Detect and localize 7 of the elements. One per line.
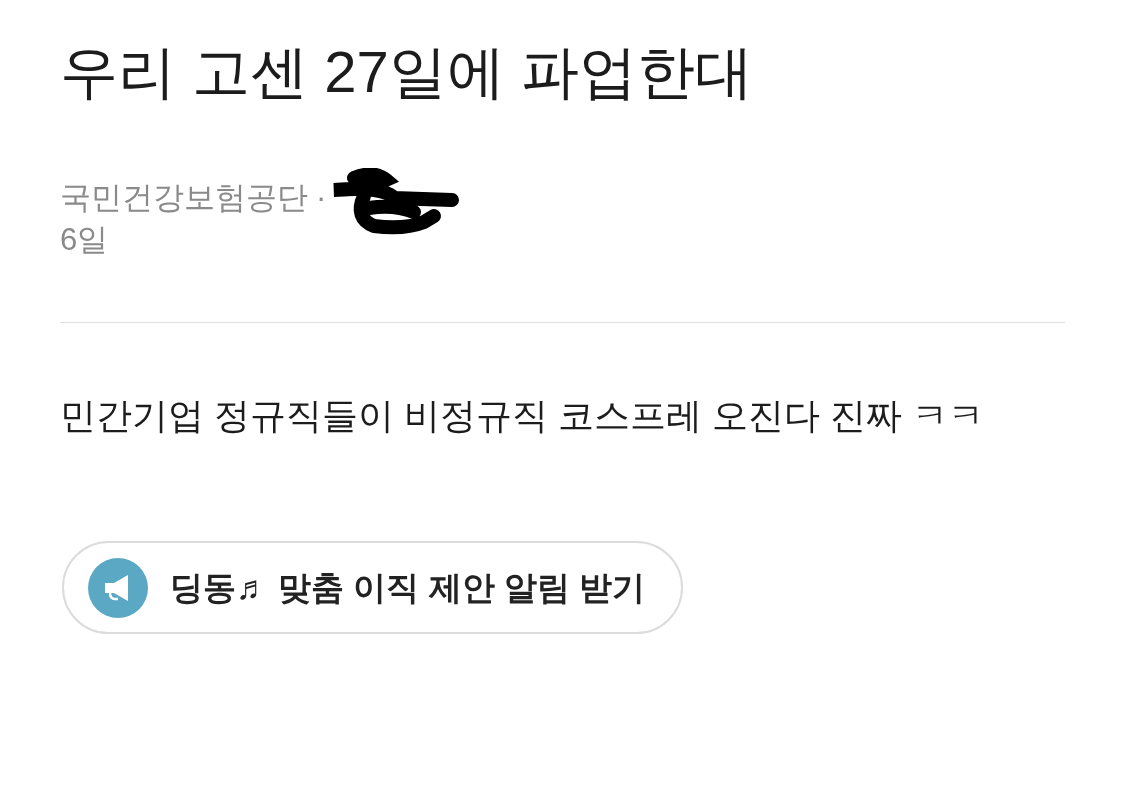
company-name: 국민건강보험공단 <box>60 178 308 217</box>
post-date: 6일 <box>60 221 109 259</box>
separator: · <box>316 178 327 217</box>
post-title: 우리 고센 27일에 파업한대 <box>60 38 754 106</box>
megaphone-icon <box>88 557 148 618</box>
job-alert-button[interactable]: 딩동♬ 맞춤 이직 제안 알림 받기 <box>62 541 683 634</box>
post-body: 민간기업 정규직들이 비정규직 코스프레 오진다 진짜 ㅋㅋ <box>60 394 985 438</box>
